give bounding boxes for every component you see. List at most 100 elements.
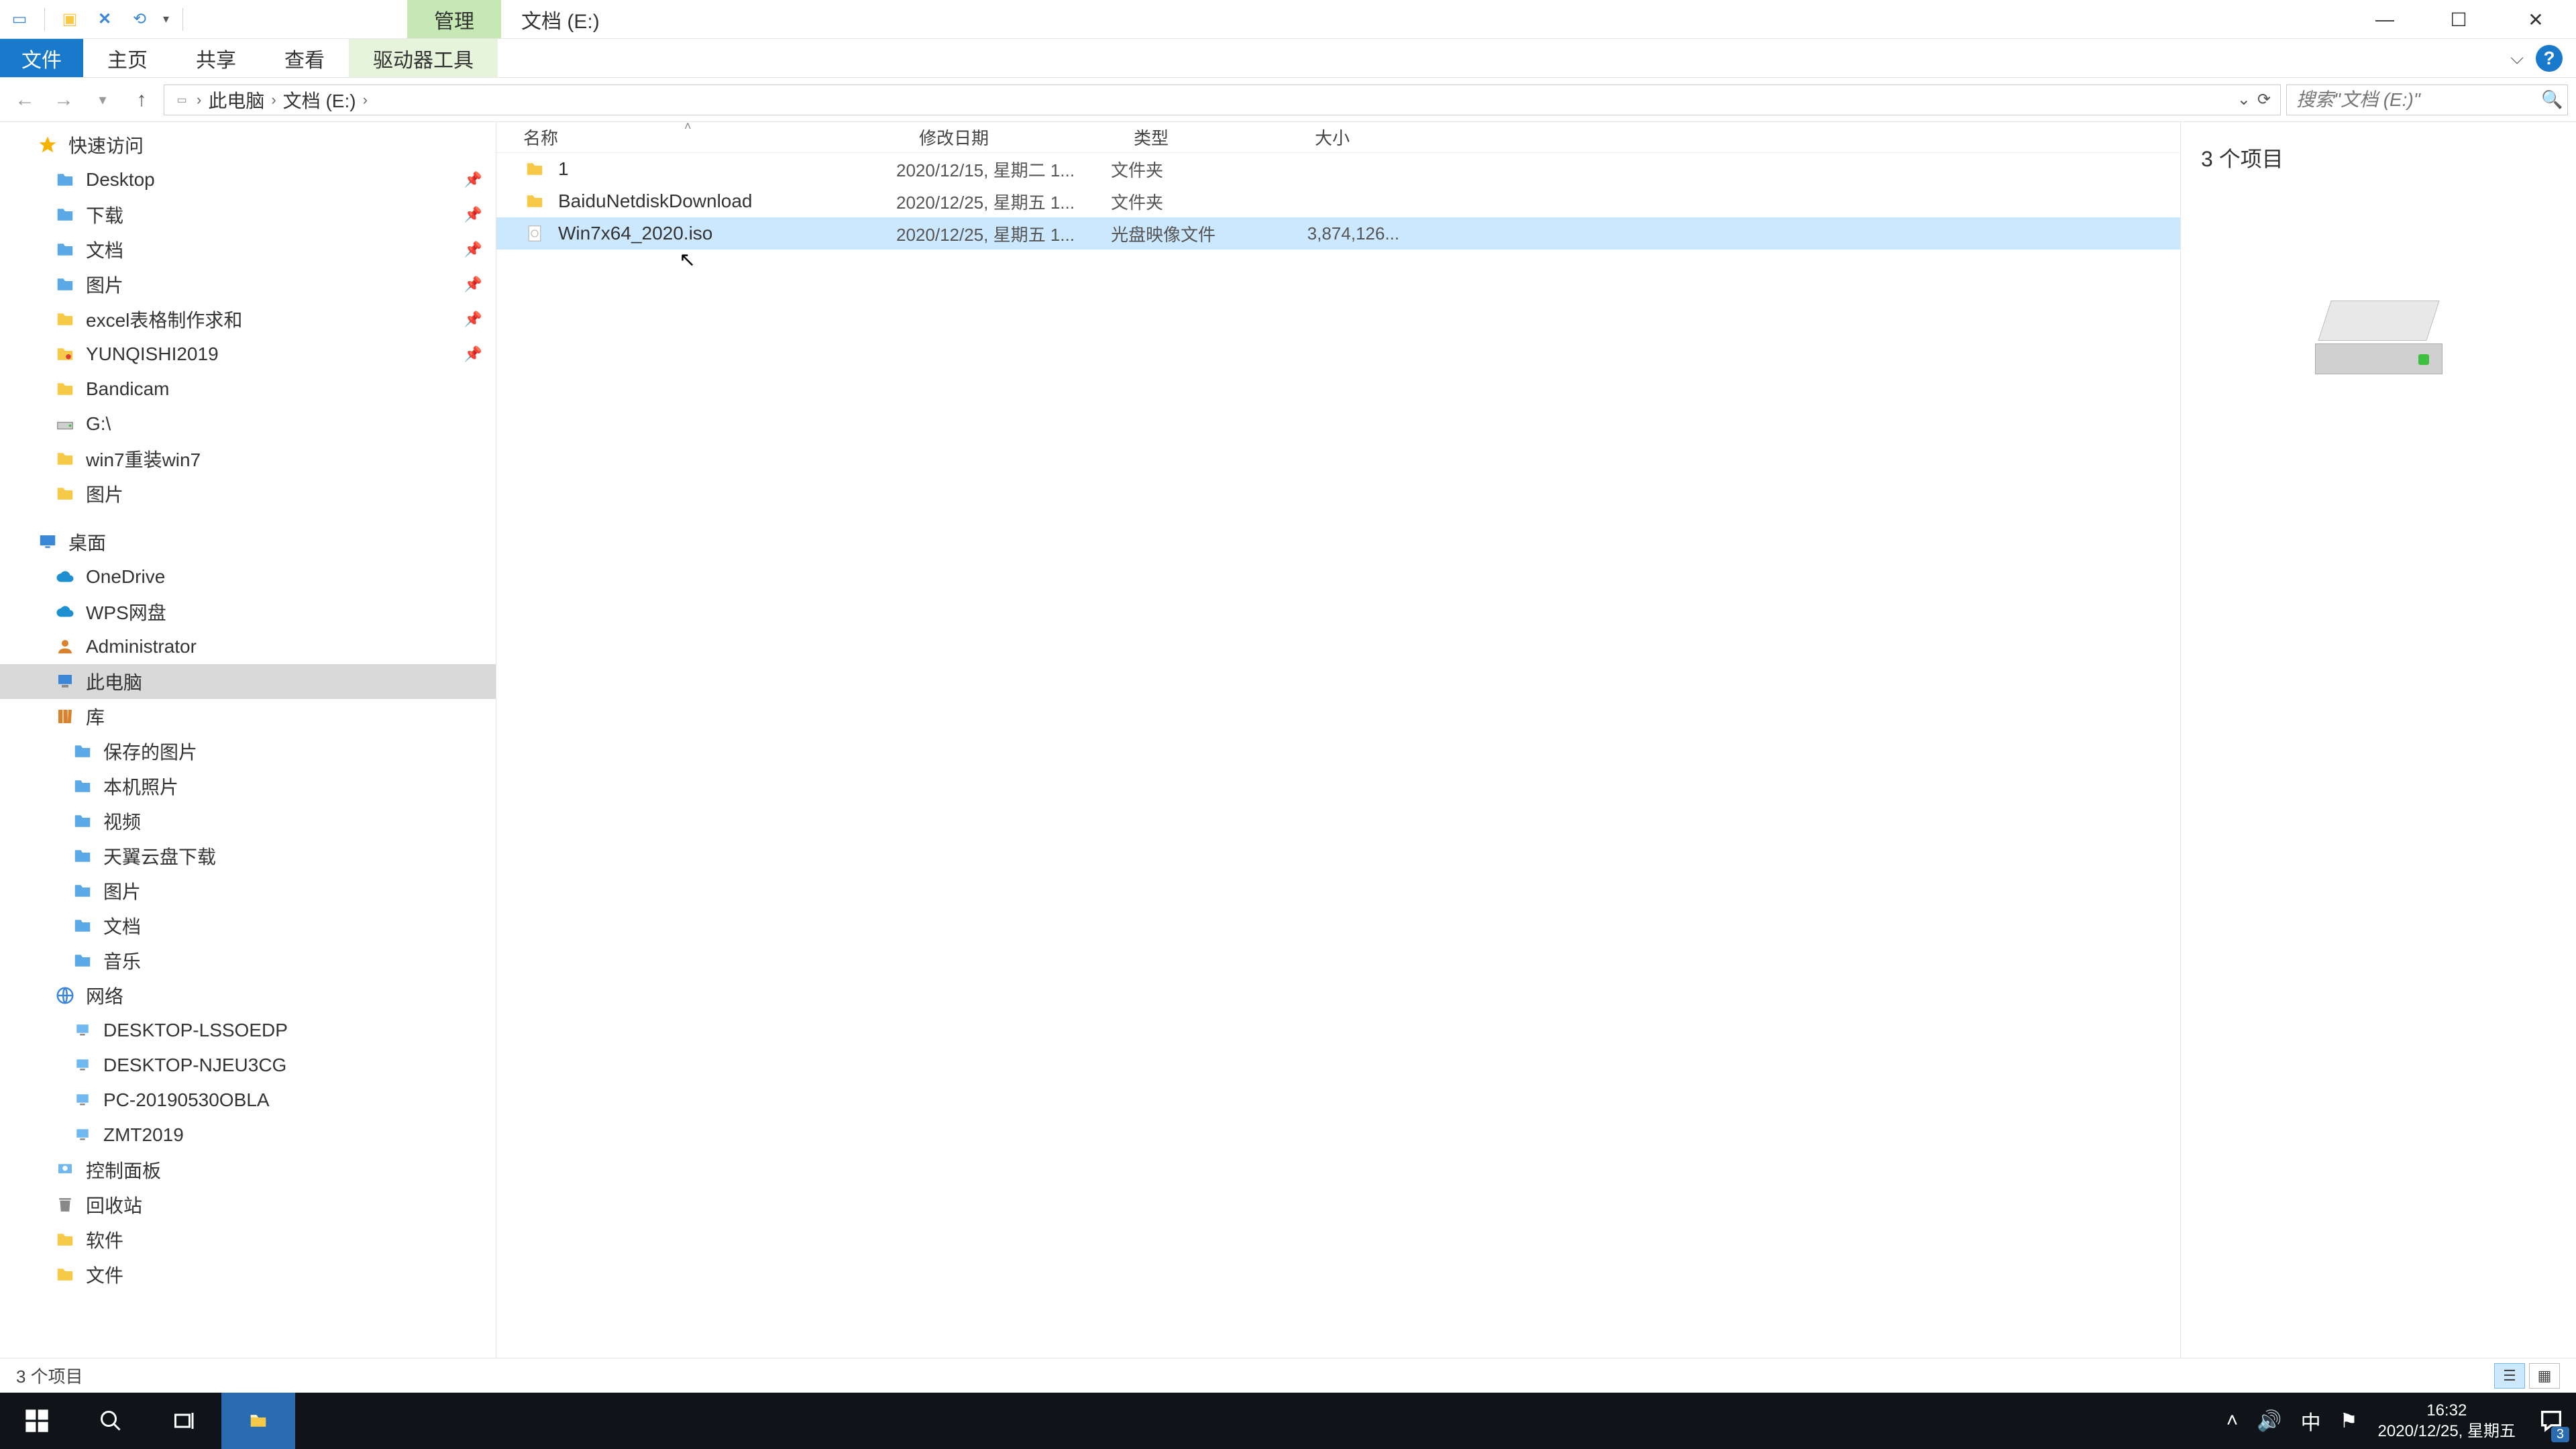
- ribbon-tab-share[interactable]: 共享: [172, 39, 260, 77]
- tree-item[interactable]: 天翼云盘下载: [0, 839, 496, 873]
- preview-item-count: 3 个项目: [2201, 142, 2284, 173]
- ribbon-tab-home[interactable]: 主页: [83, 39, 172, 77]
- taskbar-file-explorer[interactable]: [221, 1393, 295, 1449]
- tree-item[interactable]: 软件: [0, 1222, 496, 1257]
- ribbon-tab-drive-tools[interactable]: 驱动器工具: [349, 39, 498, 77]
- start-button[interactable]: [0, 1393, 74, 1449]
- tree-item[interactable]: ZMT2019: [0, 1118, 496, 1152]
- breadcrumb-sep-icon[interactable]: ›: [194, 91, 204, 109]
- file-row[interactable]: Win7x64_2020.iso2020/12/25, 星期五 1...光盘映像…: [496, 217, 2180, 250]
- tree-item[interactable]: YUNQISHI2019📌: [0, 337, 496, 372]
- tree-item-icon: [54, 1193, 76, 1216]
- address-dropdown-icon[interactable]: ⌄: [2237, 90, 2251, 109]
- ime-indicator[interactable]: 中: [2301, 1406, 2321, 1436]
- navigation-tree[interactable]: 快速访问Desktop📌下载📌文档📌图片📌excel表格制作求和📌YUNQISH…: [0, 122, 496, 1358]
- tree-item[interactable]: Administrator: [0, 629, 496, 664]
- tree-item[interactable]: PC-20190530OBLA: [0, 1083, 496, 1118]
- breadcrumb-sep-icon[interactable]: ›: [360, 91, 370, 109]
- ribbon-tab-view[interactable]: 查看: [260, 39, 349, 77]
- column-headers[interactable]: ˄ 名称 修改日期 类型 大小: [496, 122, 2180, 153]
- tree-item[interactable]: 网络: [0, 978, 496, 1013]
- qat-delete-icon[interactable]: ✕: [89, 4, 120, 35]
- search-box[interactable]: 🔍: [2286, 85, 2568, 115]
- qat-properties-icon[interactable]: ▣: [54, 4, 85, 35]
- tree-item[interactable]: 保存的图片: [0, 734, 496, 769]
- tree-item[interactable]: 此电脑: [0, 664, 496, 699]
- tree-item[interactable]: 图片: [0, 873, 496, 908]
- column-type[interactable]: 类型: [1134, 125, 1315, 150]
- qat-customize-dropdown[interactable]: ▾: [159, 12, 173, 26]
- tree-item[interactable]: 文档: [0, 908, 496, 943]
- pin-icon: 📌: [464, 276, 482, 293]
- breadcrumb-this-pc[interactable]: 此电脑: [204, 87, 268, 113]
- tree-item[interactable]: G:\: [0, 407, 496, 441]
- system-tray[interactable]: ˄ 🔊 中 ⚑: [2217, 1406, 2367, 1436]
- tree-item-icon: [54, 447, 76, 470]
- taskbar-clock[interactable]: 16:32 2020/12/25, 星期五: [2367, 1400, 2526, 1442]
- tree-item[interactable]: 本机照片: [0, 769, 496, 804]
- tree-item[interactable]: 文件: [0, 1257, 496, 1292]
- file-row[interactable]: 12020/12/15, 星期二 1...文件夹: [496, 153, 2180, 185]
- view-details-button[interactable]: ☰: [2494, 1363, 2525, 1389]
- tree-item[interactable]: 音乐: [0, 943, 496, 978]
- breadcrumb-current[interactable]: 文档 (E:): [279, 87, 360, 113]
- tree-item[interactable]: DESKTOP-NJEU3CG: [0, 1048, 496, 1083]
- tree-item[interactable]: 快速访问: [0, 127, 496, 162]
- address-bar[interactable]: ▭ › 此电脑 › 文档 (E:) › ⌄ ⟳: [164, 85, 2281, 115]
- minimize-button[interactable]: —: [2348, 0, 2422, 39]
- tree-item-icon: [36, 531, 59, 553]
- tree-item[interactable]: win7重装win7: [0, 441, 496, 476]
- column-name[interactable]: 名称: [523, 125, 919, 150]
- refresh-icon[interactable]: ⟳: [2257, 90, 2271, 109]
- help-icon[interactable]: ?: [2536, 45, 2563, 72]
- tree-item[interactable]: OneDrive: [0, 559, 496, 594]
- tree-item[interactable]: 桌面: [0, 525, 496, 559]
- tree-item[interactable]: Desktop📌: [0, 162, 496, 197]
- tree-item[interactable]: 视频: [0, 804, 496, 839]
- tree-item[interactable]: 下载📌: [0, 197, 496, 232]
- action-center-button[interactable]: 3: [2526, 1393, 2576, 1449]
- column-size[interactable]: 大小: [1315, 125, 1422, 150]
- security-icon[interactable]: ⚑: [2340, 1409, 2358, 1433]
- tree-item[interactable]: 文档📌: [0, 232, 496, 267]
- qat-app-icon[interactable]: ▭: [4, 4, 35, 35]
- ribbon-tab-file[interactable]: 文件: [0, 39, 83, 77]
- mouse-cursor-icon: ↖: [679, 248, 696, 272]
- tree-item-icon: [54, 238, 76, 261]
- tree-item[interactable]: WPS网盘: [0, 594, 496, 629]
- tree-item[interactable]: 库: [0, 699, 496, 734]
- breadcrumb-sep-icon[interactable]: ›: [268, 91, 278, 109]
- tree-item[interactable]: DESKTOP-LSSOEDP: [0, 1013, 496, 1048]
- tree-item[interactable]: 图片: [0, 476, 496, 511]
- column-date[interactable]: 修改日期: [919, 125, 1134, 150]
- tree-item[interactable]: 控制面板: [0, 1152, 496, 1187]
- nav-forward-button[interactable]: →: [47, 83, 80, 117]
- tray-overflow-icon[interactable]: ˄: [2226, 1409, 2239, 1432]
- tree-item-icon: [54, 482, 76, 505]
- nav-up-button[interactable]: ↑: [125, 83, 158, 117]
- tree-item-label: 软件: [86, 1226, 123, 1253]
- ribbon-collapse-icon[interactable]: ⌵: [2510, 48, 2524, 69]
- tree-item[interactable]: 回收站: [0, 1187, 496, 1222]
- qat-separator: [44, 8, 45, 31]
- file-row[interactable]: BaiduNetdiskDownload2020/12/25, 星期五 1...…: [496, 185, 2180, 217]
- tree-item-icon: [71, 845, 94, 867]
- nav-history-dropdown[interactable]: ▾: [86, 83, 119, 117]
- file-icon: [523, 158, 546, 180]
- pin-icon: 📌: [464, 171, 482, 189]
- qat-undo-icon[interactable]: ⟲: [124, 4, 155, 35]
- view-large-icons-button[interactable]: ▦: [2529, 1363, 2560, 1389]
- volume-icon[interactable]: 🔊: [2257, 1409, 2282, 1433]
- maximize-button[interactable]: ☐: [2422, 0, 2496, 39]
- tree-item[interactable]: 图片📌: [0, 267, 496, 302]
- tree-item[interactable]: excel表格制作求和📌: [0, 302, 496, 337]
- close-button[interactable]: ✕: [2496, 0, 2576, 39]
- taskbar-search-button[interactable]: [74, 1393, 148, 1449]
- search-icon[interactable]: 🔍: [2541, 89, 2563, 110]
- tree-item-icon: [54, 705, 76, 728]
- task-view-button[interactable]: [148, 1393, 221, 1449]
- tree-item[interactable]: Bandicam: [0, 372, 496, 407]
- tree-item-label: 下载: [86, 201, 123, 228]
- nav-back-button[interactable]: ←: [8, 83, 42, 117]
- search-input[interactable]: [2296, 89, 2541, 111]
